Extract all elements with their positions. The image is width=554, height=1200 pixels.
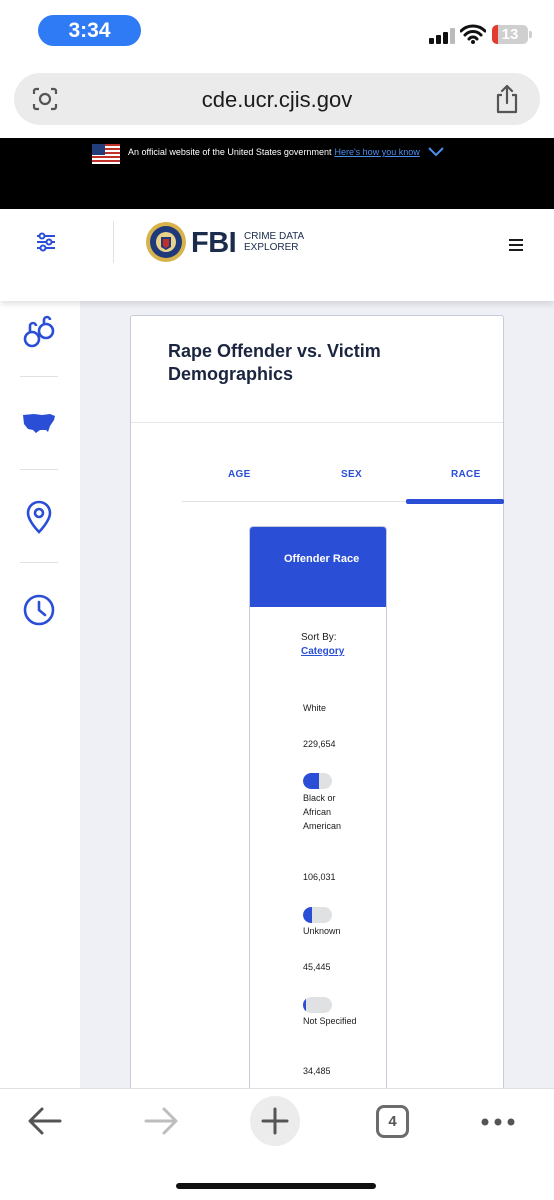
race-share-bar [303, 997, 332, 1013]
demographics-card: Rape Offender vs. Victim Demographics AG… [130, 315, 504, 1088]
url-text[interactable]: cde.ucr.cjis.gov [14, 87, 540, 113]
clock-icon[interactable] [20, 591, 58, 629]
tab-active-indicator [406, 499, 504, 504]
card-divider [131, 422, 503, 423]
back-arrow-icon[interactable] [26, 1105, 64, 1137]
gov-banner-statement: An official website of the United States… [128, 147, 332, 157]
wifi-icon [460, 24, 486, 44]
panel-header: Offender Race [250, 527, 386, 607]
address-bar[interactable]: cde.ucr.cjis.gov [14, 73, 540, 125]
tab-age[interactable]: AGE [228, 469, 251, 480]
rail-separator [20, 562, 58, 563]
main-content: Rape Offender vs. Victim Demographics AG… [80, 301, 554, 1088]
rail-separator [20, 376, 58, 377]
share-icon[interactable] [494, 84, 520, 114]
gov-banner: An official website of the United States… [0, 138, 554, 209]
status-bar: 3:34 13 [0, 0, 554, 62]
race-row-count: 229,654 [303, 739, 336, 749]
race-row-label: Not Specified [303, 1016, 357, 1026]
browser-toolbar: 4 [0, 1088, 554, 1200]
filter-sliders-icon[interactable] [35, 232, 57, 252]
logo-line-1: CRIME DATA [244, 231, 305, 242]
fbi-logo-text[interactable]: FBI [191, 227, 237, 260]
race-row-count: 34,485 [303, 1066, 331, 1076]
battery-icon: 13 [492, 25, 528, 44]
header-divider [113, 221, 114, 263]
race-share-bar [303, 907, 332, 923]
gov-banner-link[interactable]: Here's how you know [334, 147, 419, 157]
offender-race-panel: Offender Race Sort By: Category White 22… [249, 526, 387, 1088]
sort-control: Sort By: Category [301, 631, 361, 659]
race-share-bar [303, 773, 332, 789]
cellular-signal-icon [429, 28, 455, 44]
race-row-count: 106,031 [303, 872, 336, 882]
us-flag-icon [92, 144, 120, 164]
logo-line-2: EXPLORER [244, 242, 299, 253]
status-time: 3:34 [38, 15, 141, 46]
hamburger-menu-icon[interactable] [509, 239, 523, 251]
battery-level: 13 [501, 26, 519, 43]
race-row-label: White [303, 703, 327, 713]
race-row-label: Black or African American [303, 793, 342, 831]
browser-address-area: cde.ucr.cjis.gov [0, 62, 554, 138]
more-options-icon[interactable] [481, 1118, 515, 1126]
location-pin-icon[interactable] [20, 498, 58, 536]
rail-separator [20, 469, 58, 470]
forward-arrow-icon[interactable] [142, 1105, 180, 1137]
fbi-seal-icon[interactable] [145, 221, 187, 263]
plus-icon [261, 1107, 289, 1135]
card-title: Rape Offender vs. Victim Demographics [168, 341, 381, 384]
tab-sex[interactable]: SEX [341, 469, 362, 480]
sort-label: Sort By: [301, 632, 337, 643]
race-row-label: Unknown [303, 926, 341, 936]
panel-heading: Offender Race [284, 553, 360, 565]
left-nav-rail [0, 301, 80, 1088]
site-header: FBI CRIME DATA EXPLORER [0, 209, 554, 301]
us-map-icon[interactable] [20, 405, 58, 443]
new-tab-button[interactable] [250, 1096, 300, 1146]
chevron-down-icon[interactable] [427, 145, 445, 159]
battery-tip [529, 31, 532, 38]
crime-data-explorer-logo[interactable]: CRIME DATA EXPLORER [244, 231, 304, 253]
tab-switcher-button[interactable]: 4 [376, 1105, 409, 1138]
home-indicator [176, 1183, 376, 1189]
tab-race[interactable]: RACE [451, 469, 481, 480]
handcuffs-icon[interactable] [20, 313, 58, 351]
gov-banner-text: An official website of the United States… [128, 147, 420, 157]
race-row-count: 45,445 [303, 962, 331, 972]
sort-by-category-link[interactable]: Category [301, 645, 361, 659]
